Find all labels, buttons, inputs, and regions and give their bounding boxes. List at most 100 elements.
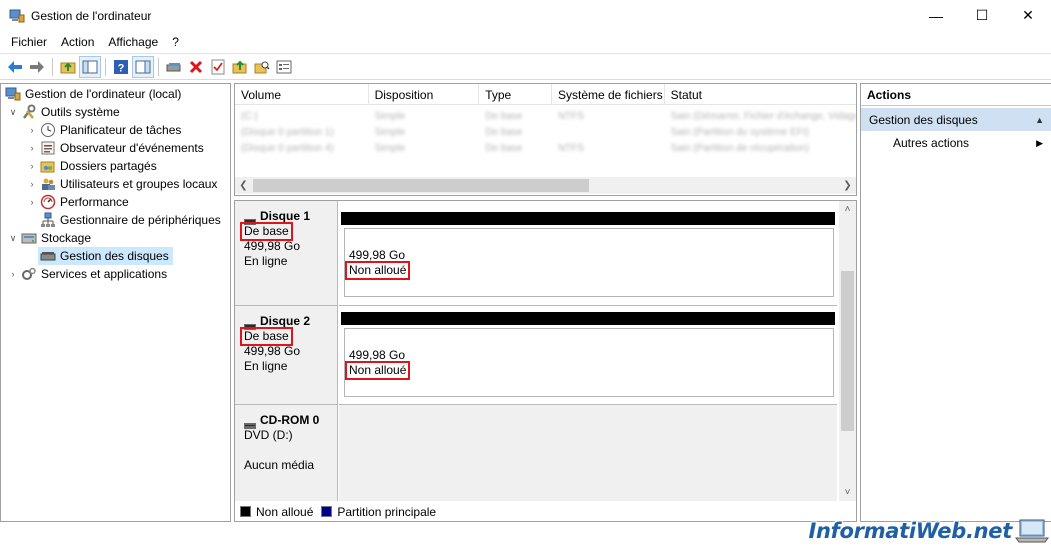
chevron-down-icon[interactable]: ∨ (7, 107, 19, 118)
chevron-right-icon[interactable]: › (26, 161, 38, 171)
export-button[interactable] (229, 56, 251, 78)
disk-2-info[interactable]: Disque 2 De base 499,98 Go En ligne (235, 306, 338, 405)
tree-item-label: Stockage (41, 231, 92, 245)
toolbar-separator (52, 57, 53, 76)
tree-item-local-users-groups[interactable]: › Utilisateurs et groupes locaux (26, 175, 218, 193)
hard-disk-icon (244, 214, 256, 225)
scroll-up-icon[interactable]: ˄ (839, 201, 856, 218)
partition-size: 499,98 Go (349, 248, 406, 262)
chevron-right-icon[interactable]: › (26, 143, 38, 153)
disk-1-unallocated-partition[interactable]: 499,98 Go Non alloué (344, 228, 834, 297)
chevron-right-icon[interactable]: › (26, 179, 38, 189)
action-pane-icon (135, 60, 151, 73)
column-header-disposition[interactable]: Disposition (369, 84, 480, 105)
properties-button[interactable] (273, 56, 295, 78)
cdrom-info[interactable]: CD-ROM 0 DVD (D:) Aucun média (235, 405, 338, 501)
vertical-scroll-thumb[interactable] (841, 271, 854, 431)
volume-row[interactable]: (C:) Simple De base NTFS Sain (Démarrer,… (235, 108, 856, 124)
tree-item-task-scheduler[interactable]: › Planificateur de tâches (26, 121, 181, 139)
chevron-down-icon[interactable]: ∨ (7, 233, 19, 244)
chevron-right-icon[interactable]: › (7, 269, 19, 279)
cdrom-media: Aucun média (244, 458, 315, 472)
computer-management-icon (9, 9, 25, 22)
tree-item-services-applications[interactable]: › Services et applications (7, 265, 168, 283)
tree-item-disk-management[interactable]: Gestion des disques (38, 247, 173, 265)
menu-action[interactable]: Action (54, 35, 101, 49)
cdrom-drive-icon (244, 418, 256, 429)
legend-swatch-primary (321, 506, 333, 517)
column-header-filesystem[interactable]: Système de fichiers (552, 84, 665, 105)
tree-item-event-viewer[interactable]: › Observateur d'événements (26, 139, 204, 157)
cdrom-name: CD-ROM 0 (260, 413, 320, 427)
tree-item-device-manager[interactable]: Gestionnaire de périphériques (38, 211, 221, 229)
search-button[interactable] (251, 56, 273, 78)
actions-section-disk-management[interactable]: Gestion des disques ▲ (861, 108, 1051, 131)
tree-item-performance[interactable]: › Performance (26, 193, 129, 211)
chevron-right-icon[interactable]: › (26, 125, 38, 135)
legend-label: Partition principale (337, 504, 437, 519)
disk-1-info[interactable]: Disque 1 De base 499,98 Go En ligne (235, 201, 338, 306)
action-other-actions[interactable]: Autres actions ▶ (861, 131, 1051, 155)
close-button[interactable]: ✕ (1005, 0, 1051, 31)
volume-cell: Simple (374, 110, 406, 122)
tree-item-label: Performance (60, 195, 129, 209)
volume-cell: De base (485, 126, 523, 138)
performance-icon (40, 194, 56, 210)
scroll-down-icon[interactable]: ˅ (839, 484, 856, 501)
back-button[interactable] (4, 56, 26, 78)
tree-item-shared-folders[interactable]: › Dossiers partagés (26, 157, 157, 175)
disk-state: En ligne (244, 359, 288, 373)
volume-row[interactable]: (Disque 0 partition 1) Simple De base Sa… (235, 124, 856, 140)
services-icon (21, 266, 37, 282)
tree-item-computer-management[interactable]: Gestion de l'ordinateur (local) (5, 85, 181, 103)
legend: Non alloué Partition principale (235, 501, 856, 521)
delete-button[interactable] (185, 56, 207, 78)
search-folder-icon (254, 61, 270, 73)
cdrom-drive: DVD (D:) (244, 428, 293, 442)
disk-2-unallocated-partition[interactable]: 499,98 Go Non alloué (344, 328, 834, 397)
tree-item-label: Gestion de l'ordinateur (local) (25, 87, 182, 101)
column-header-type[interactable]: Type (479, 84, 552, 105)
column-header-volume[interactable]: Volume (235, 84, 369, 105)
properties-icon (276, 60, 292, 73)
disk-size: 499,98 Go (244, 344, 301, 358)
toolbar-separator (158, 57, 159, 76)
forward-arrow-icon (30, 60, 44, 73)
minimize-button[interactable]: — (913, 0, 959, 31)
properties-check-button[interactable] (207, 56, 229, 78)
volume-list: Volume Disposition Type Système de fichi… (234, 83, 857, 196)
maximize-button[interactable]: ☐ (959, 0, 1005, 31)
volume-cell: NTFS (557, 110, 585, 122)
column-header-status[interactable]: Statut (665, 84, 856, 105)
tree-item-label: Outils système (41, 105, 120, 119)
volume-cell: NTFS (557, 142, 585, 154)
actions-header: Actions (861, 84, 1051, 106)
tree-item-label: Observateur d'événements (60, 141, 204, 155)
collapse-triangle-icon[interactable]: ▲ (1035, 115, 1044, 125)
menu-affichage[interactable]: Affichage (101, 35, 165, 49)
show-hide-tree-button[interactable] (79, 55, 101, 78)
help-icon: ? (114, 59, 128, 74)
tree-item-system-tools[interactable]: ∨ Outils système (7, 103, 120, 121)
cdrom-map (339, 405, 837, 501)
horizontal-scroll-thumb[interactable] (253, 179, 589, 192)
forward-button[interactable] (26, 56, 48, 78)
tree-view-icon (82, 60, 98, 73)
menu-help[interactable]: ? (165, 35, 186, 49)
disk-state: En ligne (244, 254, 288, 268)
scroll-left-icon[interactable]: ❮ (235, 177, 252, 194)
horizontal-scrollbar[interactable]: ❮ ❯ (235, 177, 856, 194)
chevron-right-icon[interactable]: › (26, 197, 38, 207)
volume-row[interactable]: (Disque 0 partition 4) Simple De base NT… (235, 140, 856, 156)
action-pane-button[interactable] (132, 55, 154, 78)
menu-fichier[interactable]: Fichier (4, 35, 54, 49)
volume-cell: (Disque 0 partition 4) (241, 142, 334, 154)
connect-drive-button[interactable] (163, 56, 185, 78)
help-button[interactable]: ? (110, 56, 132, 78)
toolbar: ? (0, 53, 1051, 80)
vertical-scrollbar[interactable]: ˄ ˅ (839, 201, 856, 501)
up-level-button[interactable] (57, 56, 79, 78)
tree-item-storage[interactable]: ∨ Stockage (7, 229, 91, 247)
task-scheduler-icon (40, 122, 56, 138)
scroll-right-icon[interactable]: ❯ (839, 177, 856, 194)
